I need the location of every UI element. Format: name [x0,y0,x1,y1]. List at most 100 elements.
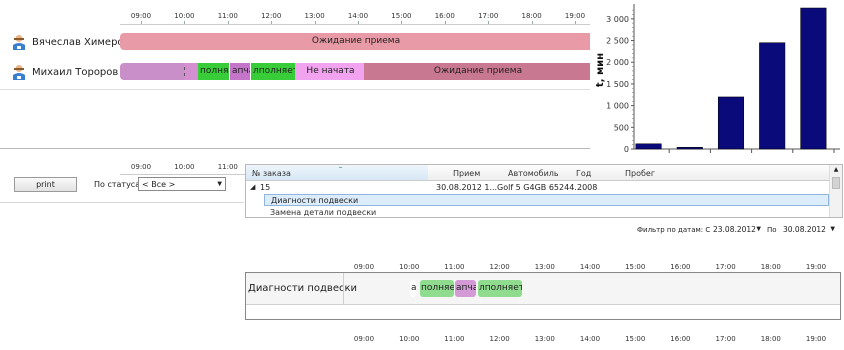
status-select[interactable]: < Все > ▼ [138,177,226,191]
top-timeline: 09:00 10:00 11:00 12:00 13:00 14:00 15:00 16:00… [0,0,590,150]
bar-1 [635,143,662,150]
task-bar[interactable]: Не начата [295,63,364,80]
status-select-value: < Все > [142,179,176,189]
time-tick-label: 10:00 [174,12,195,20]
time-tick-label: 17:00 [715,263,736,271]
date-to-picker[interactable]: 30.08.2012 ▼ [780,222,838,236]
date-to-value: 30.08.2012 [783,224,826,234]
print-button[interactable]: print [14,177,77,192]
time-tick-label: 13:00 [304,12,325,20]
timeline-panel-border [0,89,590,149]
sort-indicator-icon: ━ [339,165,343,171]
time-tick-label: 11:00 [444,335,465,343]
col-received[interactable]: Прием [453,169,480,178]
scroll-thumb[interactable] [832,177,840,189]
task-bar[interactable]: лполняет [478,280,522,297]
top-axis-line [120,24,590,25]
y-tick-label: 3 000 [606,15,629,24]
scroll-up-icon[interactable]: ▲ [830,165,842,175]
task-bar-label: Ожидание приема [433,66,523,76]
time-tick-label: 09:00 [130,12,152,20]
y-tick-label: 0 [624,145,629,154]
group-car: Golf 5 G4GB 65244... [497,183,582,192]
chart-svg: 0 500 1 000 1 500 2 000 2 500 3 000 t, мин [595,4,840,154]
col-year[interactable]: Год [576,169,591,178]
grid-child-row-cut[interactable]: Замена детали подвески [270,208,376,217]
time-tick-label: 12:00 [261,12,282,20]
task-bar[interactable]: а [410,280,416,297]
task-bar[interactable] [120,63,184,80]
bar-chart: 0 500 1 000 1 500 2 000 2 500 3 000 t, мин [590,0,844,158]
date-from-value: 23.08.2012 [713,224,756,234]
col-car[interactable]: Автомобиль [508,169,559,178]
left-bottom-axis: 09:00 10:00 11:00 [0,161,245,173]
col-mileage[interactable]: Пробег [625,169,655,178]
task-bar[interactable]: полняе [198,63,229,80]
y-tick-label: 2 500 [606,37,629,46]
y-tick-label: 500 [614,123,629,132]
time-tick-label: 15:00 [625,263,646,271]
bar-4 [759,42,786,150]
top-time-axis: 09:00 10:00 11:00 12:00 13:00 14:00 15:00 16:00… [0,10,590,25]
time-tick-label: 15:00 [625,335,646,343]
grid-group-row[interactable]: ◢ 15 30.08.2012 1... Golf 5 G4GB 65244..… [246,182,831,194]
lower-bars: а полняе апча лполняет [246,280,840,297]
task-bar-label: апча [232,66,250,76]
time-tick-label: 15:00 [391,12,412,20]
y-tick-label: 1 000 [606,102,629,111]
orders-grid: № заказа Прием Автомобиль Год Пробег ━ ◢… [245,164,843,218]
lower-timeline: Диагности подвески а полняе апча лполняет [245,272,841,320]
group-year: 2008 [577,183,598,192]
time-marker [184,67,186,76]
group-order: 15 [260,183,271,192]
task-bar-label: а [411,283,416,293]
grid-vertical-scrollbar[interactable]: ▲ [829,165,842,217]
y-tick-label: 2 000 [606,58,629,67]
expand-icon[interactable]: ◢ [250,183,255,191]
lower-time-axis-bottom: 09:00 10:00 11:00 12:00 13:00 14:00 15:00 16:00… [245,333,841,345]
bar-3 [717,96,745,150]
col-order[interactable]: № заказа [252,169,291,178]
time-tick-label: 17:00 [715,335,736,343]
task-bar-label: лполняет [253,66,295,76]
time-tick-label: 17:00 [478,12,499,20]
time-tick-label: 13:00 [534,263,555,271]
task-bar-label: полняе [421,283,454,293]
time-tick-label: 16:00 [434,12,455,20]
task-bar-label: Ожидание приема [311,36,401,46]
time-tick-label: 18:00 [521,12,542,20]
task-bar-label: полняе [200,66,229,76]
time-tick-label: 19:00 [805,263,827,271]
bar-5 [800,7,827,150]
task-bar-label: лполняет [479,283,522,293]
time-tick-label: 19:00 [805,335,827,343]
task-bar[interactable]: Ожидание приема [364,63,590,80]
chevron-down-icon: ▼ [830,225,835,233]
task-bar[interactable]: лполняет [251,63,295,80]
person-row-1[interactable]: Вячеслав Химеров Ожидание приема [0,30,590,54]
grid-child-row-selected[interactable]: Диагности подвески [264,194,829,206]
time-tick-label: 14:00 [579,263,601,271]
task-bar[interactable] [184,63,198,80]
time-tick-label: 16:00 [670,263,691,271]
task-bar-label: апча [456,283,476,293]
date-from-picker[interactable]: 23.08.2012 ▼ [710,222,764,236]
child-row-text: Диагности подвески [271,196,359,205]
time-tick-label: 10:00 [399,335,420,343]
task-bar[interactable]: апча [230,63,250,80]
person-row-2[interactable]: Михаил Торoров полняеапчалполняетНе нача… [0,61,590,85]
group-date: 30.08.2012 1... [436,183,498,192]
time-tick-label: 14:00 [579,335,601,343]
bar-2 [676,147,703,150]
task-bar[interactable]: полняе [420,280,454,297]
time-tick-label: 12:00 [489,263,510,271]
time-tick-label: 11:00 [444,263,465,271]
date-filter-label: Фильтр по датам: С [637,226,711,234]
row1-bars: Ожидание приема [0,33,590,50]
task-bar[interactable]: апча [455,280,476,297]
time-tick-label: 10:00 [399,263,420,271]
time-tick-label: 16:00 [670,335,691,343]
task-bar[interactable]: Ожидание приема [120,33,590,50]
time-tick-label: 09:00 [353,335,375,343]
left-panel-divider [0,202,244,203]
